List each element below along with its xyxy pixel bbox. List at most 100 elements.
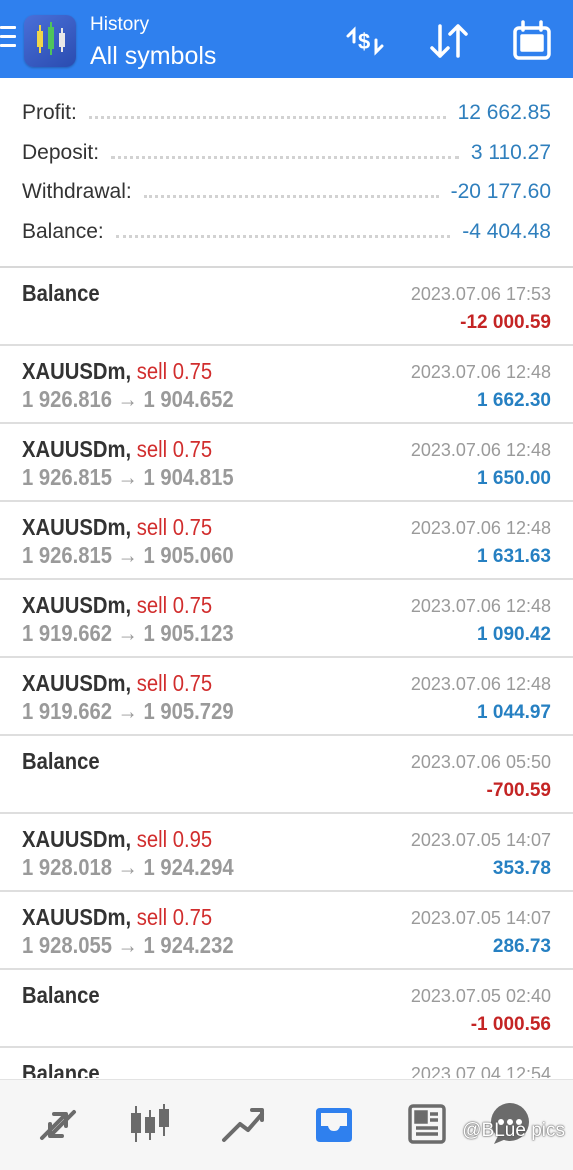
arrow-icon: → bbox=[117, 698, 138, 724]
close-price: 1 905.060 bbox=[143, 542, 234, 568]
trade-row[interactable]: XAUUSDm, sell 0.95 1 928.018 → 1 924.294 2… bbox=[0, 814, 573, 892]
history-icon[interactable] bbox=[310, 1100, 358, 1148]
row-profit: 1 044.97 bbox=[477, 702, 551, 723]
arrow-icon: → bbox=[117, 932, 138, 958]
open-price: 1 928.055 bbox=[22, 932, 113, 958]
quotes-icon[interactable] bbox=[34, 1100, 82, 1148]
calendar-icon[interactable] bbox=[510, 18, 556, 64]
balance-row[interactable]: Balance 2023.07.06 17:53 -12 000.59 bbox=[0, 268, 573, 346]
menu-icon[interactable] bbox=[0, 26, 18, 52]
symbol-name: XAUUSDm, bbox=[22, 670, 132, 696]
balance-row[interactable]: Balance 2023.07.05 02:40 -1 000.56 bbox=[0, 970, 573, 1048]
trade-row[interactable]: XAUUSDm, sell 0.75 1 926.816 → 1 904.652 2… bbox=[0, 346, 573, 424]
trade-icon[interactable] bbox=[218, 1100, 266, 1148]
summary-value: 3 110.27 bbox=[470, 141, 551, 164]
row-profit: 1 090.42 bbox=[477, 624, 551, 645]
row-profit: 1 662.30 bbox=[477, 390, 551, 411]
trade-title: XAUUSDm, sell 0.75 bbox=[22, 358, 212, 385]
chart-icon[interactable] bbox=[126, 1100, 174, 1148]
symbol-name: XAUUSDm, bbox=[22, 826, 132, 852]
close-price: 1 904.652 bbox=[143, 386, 234, 412]
trade-title: XAUUSDm, sell 0.75 bbox=[22, 670, 212, 697]
close-price: 1 905.729 bbox=[143, 698, 234, 724]
dot-leader bbox=[111, 155, 459, 159]
row-profit: -1 000.56 bbox=[470, 1014, 551, 1035]
header-title[interactable]: All symbols bbox=[90, 42, 216, 71]
symbol-name: XAUUSDm, bbox=[22, 436, 132, 462]
trade-row[interactable]: XAUUSDm, sell 0.75 1 928.055 → 1 924.232 2… bbox=[0, 892, 573, 970]
app-logo bbox=[24, 15, 76, 67]
symbol-name: XAUUSDm, bbox=[22, 904, 132, 930]
price-range: 1 928.055 → 1 924.232 bbox=[22, 932, 234, 959]
account-summary: Profit: 12 662.85 Deposit: 3 110.27 With… bbox=[0, 80, 573, 268]
arrow-icon: → bbox=[117, 464, 138, 490]
dot-leader bbox=[88, 115, 446, 119]
balance-title: Balance bbox=[22, 280, 100, 306]
summary-row-profit: Profit: 12 662.85 bbox=[22, 94, 551, 132]
row-profit: 1 650.00 bbox=[477, 468, 551, 489]
balance-title: Balance bbox=[22, 748, 100, 774]
row-date: 2023.07.05 14:07 bbox=[410, 908, 551, 928]
summary-label: Withdrawal: bbox=[22, 180, 132, 203]
close-price: 1 924.232 bbox=[143, 932, 234, 958]
balance-title: Balance bbox=[22, 1060, 100, 1078]
summary-value: -4 404.48 bbox=[462, 220, 551, 243]
summary-label: Balance: bbox=[22, 220, 104, 243]
price-range: 1 928.018 → 1 924.294 bbox=[22, 854, 234, 881]
row-date: 2023.07.06 17:53 bbox=[410, 284, 551, 304]
row-date: 2023.07.06 12:48 bbox=[410, 674, 551, 694]
row-profit: 286.73 bbox=[492, 936, 551, 957]
trade-row[interactable]: XAUUSDm, sell 0.75 1 926.815 → 1 904.815 2… bbox=[0, 424, 573, 502]
price-range: 1 919.662 → 1 905.123 bbox=[22, 620, 234, 647]
arrow-icon: → bbox=[117, 620, 138, 646]
close-price: 1 924.294 bbox=[143, 854, 234, 880]
trade-title: XAUUSDm, sell 0.75 bbox=[22, 514, 212, 541]
trade-side: sell 0.75 bbox=[136, 592, 213, 618]
row-date: 2023.07.06 12:48 bbox=[410, 440, 551, 460]
trade-row[interactable]: XAUUSDm, sell 0.75 1 926.815 → 1 905.060 2… bbox=[0, 502, 573, 580]
summary-row-withdrawal: Withdrawal: -20 177.60 bbox=[22, 173, 551, 211]
summary-label: Profit: bbox=[22, 101, 77, 124]
history-list[interactable]: Balance 2023.07.06 17:53 -12 000.59 XAUUSDm… bbox=[0, 268, 573, 1078]
trade-title: XAUUSDm, sell 0.75 bbox=[22, 592, 212, 619]
svg-text:$: $ bbox=[358, 29, 370, 54]
arrow-icon: → bbox=[117, 542, 138, 568]
summary-value: 12 662.85 bbox=[457, 101, 551, 124]
row-profit: -12 000.59 bbox=[460, 312, 551, 333]
row-date: 2023.07.06 05:50 bbox=[410, 752, 551, 772]
row-date: 2023.07.06 12:48 bbox=[410, 362, 551, 382]
close-price: 1 904.815 bbox=[143, 464, 234, 490]
trade-title: XAUUSDm, sell 0.75 bbox=[22, 436, 212, 463]
open-price: 1 926.816 bbox=[22, 386, 113, 412]
dot-leader bbox=[115, 234, 451, 238]
trade-side: sell 0.75 bbox=[136, 436, 213, 462]
summary-row-deposit: Deposit: 3 110.27 bbox=[22, 134, 551, 172]
row-profit: 1 631.63 bbox=[477, 546, 551, 567]
balance-title: Balance bbox=[22, 982, 100, 1008]
news-icon[interactable] bbox=[402, 1100, 450, 1148]
trade-title: XAUUSDm, sell 0.75 bbox=[22, 904, 212, 931]
price-range: 1 926.816 → 1 904.652 bbox=[22, 386, 234, 413]
balance-row[interactable]: Balance 2023.07.04 12:54 bbox=[0, 1048, 573, 1078]
app-header: History All symbols $ bbox=[0, 0, 573, 78]
deposit-withdraw-icon[interactable]: $ bbox=[342, 18, 388, 64]
row-date: 2023.07.06 12:48 bbox=[410, 596, 551, 616]
trade-side: sell 0.75 bbox=[136, 358, 213, 384]
row-profit: 353.78 bbox=[492, 858, 551, 879]
symbol-name: XAUUSDm, bbox=[22, 358, 132, 384]
symbol-name: XAUUSDm, bbox=[22, 514, 132, 540]
trade-row[interactable]: XAUUSDm, sell 0.75 1 919.662 → 1 905.729 2… bbox=[0, 658, 573, 736]
price-range: 1 926.815 → 1 904.815 bbox=[22, 464, 234, 491]
trade-row[interactable]: XAUUSDm, sell 0.75 1 919.662 → 1 905.123 2… bbox=[0, 580, 573, 658]
close-price: 1 905.123 bbox=[143, 620, 234, 646]
price-range: 1 919.662 → 1 905.729 bbox=[22, 698, 234, 725]
sort-icon[interactable] bbox=[426, 18, 472, 64]
summary-row-balance: Balance: -4 404.48 bbox=[22, 213, 551, 251]
open-price: 1 926.815 bbox=[22, 464, 113, 490]
balance-row[interactable]: Balance 2023.07.06 05:50 -700.59 bbox=[0, 736, 573, 814]
price-range: 1 926.815 → 1 905.060 bbox=[22, 542, 234, 569]
row-date: 2023.07.06 12:48 bbox=[410, 518, 551, 538]
symbol-name: XAUUSDm, bbox=[22, 592, 132, 618]
watermark: @BLue pics bbox=[462, 1120, 565, 1141]
row-date: 2023.07.04 12:54 bbox=[410, 1064, 551, 1078]
